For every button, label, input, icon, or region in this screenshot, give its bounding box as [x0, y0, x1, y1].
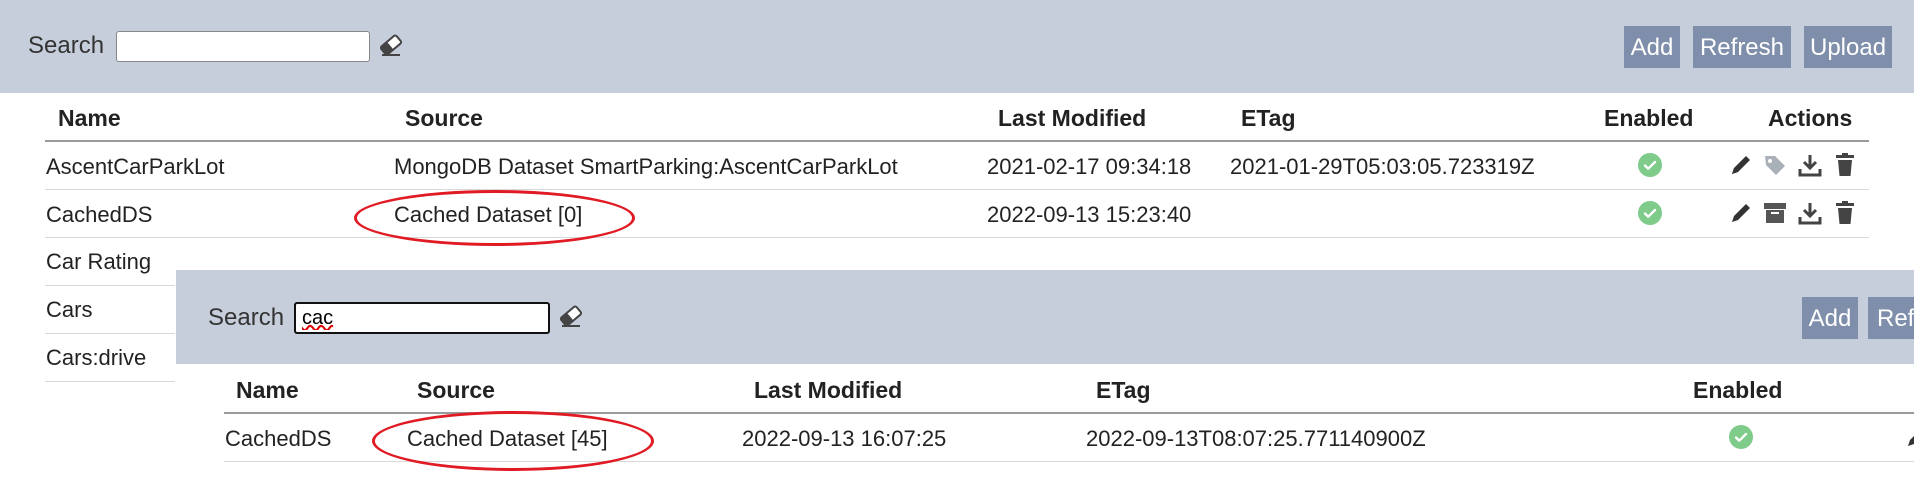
front-col-name[interactable]: Name [236, 377, 299, 404]
archive-box-icon[interactable] [1762, 200, 1788, 226]
tag-icon[interactable] [1762, 152, 1788, 178]
back-col-last-modified[interactable]: Last Modified [998, 105, 1146, 132]
highlight-ellipse [372, 411, 654, 471]
row-last-modified: 2022-09-13 16:07:25 [742, 426, 947, 451]
back-upload-button[interactable]: Upload [1804, 26, 1892, 68]
back-search-label: Search [28, 32, 105, 59]
download-icon[interactable] [1797, 152, 1823, 178]
edit-pencil-icon[interactable] [1904, 424, 1914, 450]
highlight-ellipse [354, 190, 635, 246]
delete-trash-icon[interactable] [1832, 200, 1858, 226]
back-refresh-button[interactable]: Refresh [1693, 26, 1791, 68]
row-etag: 2022-09-13T08:07:25.771140900Z [1086, 426, 1426, 451]
row-last-modified: 2021-02-17 09:34:18 [987, 154, 1192, 179]
back-clear-search-icon[interactable] [378, 32, 404, 58]
front-col-etag[interactable]: ETag [1096, 377, 1151, 404]
front-col-enabled[interactable]: Enabled [1693, 377, 1782, 404]
enabled-check-icon[interactable] [1729, 425, 1753, 449]
back-add-button[interactable]: Add [1624, 26, 1680, 68]
front-search-label: Search [208, 304, 285, 331]
download-icon[interactable] [1797, 200, 1823, 226]
back-col-name[interactable]: Name [58, 105, 121, 132]
row-etag: 2021-01-29T05:03:05.723319Z [1230, 154, 1535, 179]
row-divider [45, 333, 175, 334]
back-col-enabled[interactable]: Enabled [1604, 105, 1693, 132]
back-search-input[interactable] [116, 31, 370, 62]
row-last-modified: 2022-09-13 15:23:40 [987, 202, 1192, 227]
delete-trash-icon[interactable] [1832, 152, 1858, 178]
front-search-input[interactable] [294, 302, 550, 334]
row-divider [45, 381, 175, 382]
front-refresh-button[interactable]: Ref [1868, 297, 1914, 339]
back-col-etag[interactable]: ETag [1241, 105, 1296, 132]
back-hidden-rows: Car Rating Cars Cars:drive [45, 238, 175, 388]
back-header-divider [45, 140, 1869, 142]
row-divider [45, 237, 1869, 238]
row-divider [45, 285, 175, 286]
row-name[interactable]: CachedDS [225, 426, 331, 452]
row-name[interactable]: Cars:drive [46, 345, 146, 371]
front-refresh-clip: Ref [1868, 297, 1914, 339]
back-col-source[interactable]: Source [405, 105, 483, 132]
edit-pencil-icon[interactable] [1728, 200, 1754, 226]
edit-pencil-icon[interactable] [1728, 152, 1754, 178]
front-col-source[interactable]: Source [417, 377, 495, 404]
front-clear-search-icon[interactable] [558, 303, 584, 329]
front-edit-clip [1904, 424, 1914, 452]
enabled-check-icon[interactable] [1638, 201, 1662, 225]
row-name[interactable]: AscentCarParkLot [46, 154, 225, 180]
row-name[interactable]: Car Rating [46, 249, 151, 275]
front-col-last-modified[interactable]: Last Modified [754, 377, 902, 404]
row-name[interactable]: CachedDS [46, 202, 152, 228]
front-add-button[interactable]: Add [1802, 297, 1858, 339]
enabled-check-icon[interactable] [1638, 153, 1662, 177]
row-divider [45, 189, 1869, 190]
back-col-actions: Actions [1768, 105, 1853, 131]
row-name[interactable]: Cars [46, 297, 92, 323]
row-source: MongoDB Dataset SmartParking:AscentCarPa… [394, 154, 898, 179]
